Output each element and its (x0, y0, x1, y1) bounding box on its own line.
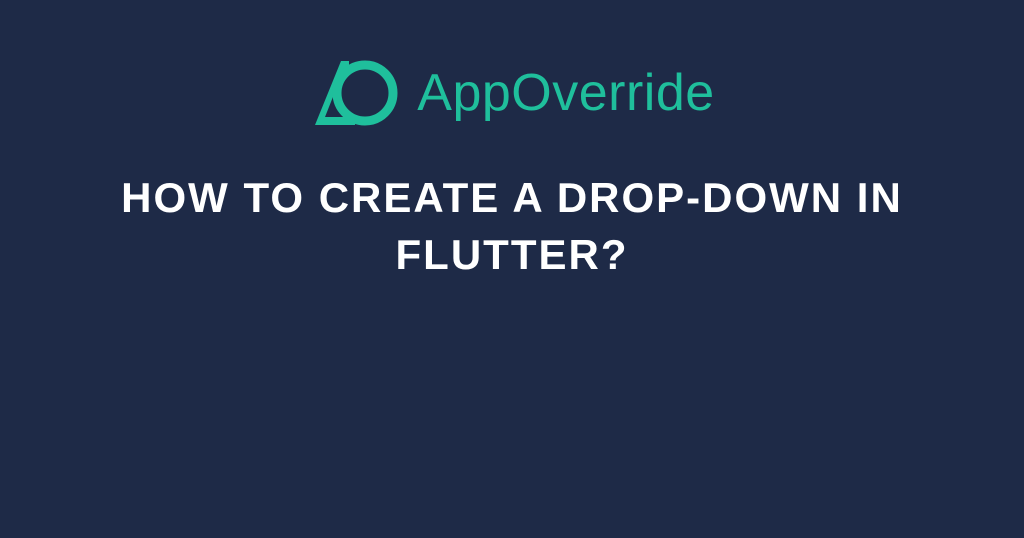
page-headline: HOW TO CREATE A DROP-DOWN IN FLUTTER? (102, 170, 922, 283)
brand-logo: AppOverride (309, 55, 714, 130)
brand-name: AppOverride (417, 63, 714, 123)
logo-icon (309, 55, 399, 130)
